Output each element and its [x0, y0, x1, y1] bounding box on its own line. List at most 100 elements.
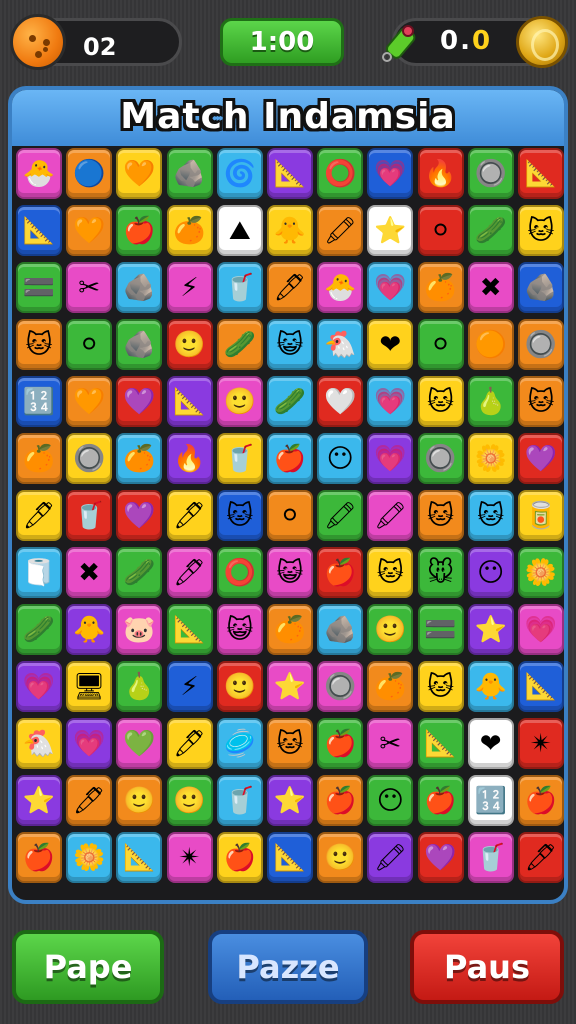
game-tile[interactable]: 🐱 — [517, 376, 564, 427]
game-tile[interactable]: 🙂 — [166, 319, 213, 370]
game-tile[interactable]: 🖊 — [166, 718, 213, 769]
game-tile[interactable]: 🥤 — [216, 775, 263, 826]
game-tile[interactable]: 🖊 — [166, 490, 213, 541]
game-tile[interactable]: 🖍 — [367, 490, 414, 541]
game-tile[interactable]: 💗 — [517, 604, 564, 655]
game-tile[interactable]: ✂ — [66, 262, 113, 313]
game-tile[interactable]: 😶 — [317, 433, 364, 484]
game-tile[interactable]: 🙂 — [367, 604, 414, 655]
game-tile[interactable]: ⚡ — [166, 262, 213, 313]
game-tile[interactable]: 🥒 — [216, 319, 263, 370]
game-tile[interactable]: 🐔 — [16, 718, 62, 769]
game-tile[interactable]: 🙂 — [216, 661, 263, 712]
game-tile[interactable]: 🥒 — [16, 604, 62, 655]
game-tile[interactable]: 🐱 — [266, 718, 313, 769]
game-tile[interactable]: 🧡 — [66, 205, 113, 256]
game-tile[interactable]: 🐱 — [367, 547, 414, 598]
game-tile[interactable]: 🐔 — [317, 319, 364, 370]
game-tile[interactable]: 💚 — [116, 718, 163, 769]
game-tile[interactable]: 🔘 — [467, 148, 514, 199]
game-tile[interactable]: 📐 — [116, 832, 163, 883]
game-tile[interactable]: ⛰ — [216, 205, 263, 256]
game-tile[interactable]: ⚪ — [66, 319, 113, 370]
game-tile[interactable]: 🐥 — [66, 604, 113, 655]
game-tile[interactable]: 🔥 — [417, 148, 464, 199]
game-tile[interactable]: 🟰 — [417, 604, 464, 655]
game-tile[interactable]: 🖊 — [16, 490, 62, 541]
game-tile[interactable]: 🪨 — [317, 604, 364, 655]
game-tile[interactable]: 🐷 — [116, 604, 163, 655]
game-tile[interactable]: 🔥 — [166, 433, 213, 484]
game-tile[interactable]: 🐱 — [467, 490, 514, 541]
game-tile[interactable]: 🍊 — [166, 205, 213, 256]
game-tile[interactable]: 🥤 — [216, 433, 263, 484]
game-tile[interactable]: 📐 — [266, 832, 313, 883]
game-tile[interactable]: 💗 — [16, 661, 62, 712]
game-tile[interactable]: 🍎 — [266, 433, 313, 484]
game-tile[interactable]: 💗 — [367, 376, 414, 427]
game-tile[interactable]: 🔢 — [467, 775, 514, 826]
game-tile[interactable]: 🖥 — [66, 661, 113, 712]
game-tile[interactable]: 🌼 — [66, 832, 113, 883]
game-tile[interactable]: 😺 — [216, 604, 263, 655]
game-tile[interactable]: 🙂 — [317, 832, 364, 883]
game-tile[interactable]: 🖊 — [517, 832, 564, 883]
game-tile[interactable]: 🔘 — [517, 319, 564, 370]
game-tile[interactable]: 🐱 — [16, 319, 62, 370]
game-tile[interactable]: 🍎 — [317, 547, 364, 598]
game-tile[interactable]: 😶 — [467, 547, 514, 598]
game-tile[interactable]: 🍎 — [116, 205, 163, 256]
game-tile[interactable]: 🧡 — [116, 148, 163, 199]
game-tile[interactable]: 💜 — [116, 490, 163, 541]
game-tile[interactable]: 🧻 — [16, 547, 62, 598]
game-tile[interactable]: 🙂 — [166, 775, 213, 826]
game-tile[interactable]: 🐭 — [417, 547, 464, 598]
game-tile[interactable]: 💗 — [367, 262, 414, 313]
game-tile[interactable]: 🍊 — [16, 433, 62, 484]
game-tile[interactable]: 💜 — [116, 376, 163, 427]
game-tile[interactable]: 🍎 — [216, 832, 263, 883]
game-tile[interactable]: 🍊 — [417, 262, 464, 313]
game-tile[interactable]: 🔘 — [66, 433, 113, 484]
game-tile[interactable]: 🐥 — [467, 661, 514, 712]
game-tile[interactable]: 🍎 — [16, 832, 62, 883]
game-tile[interactable]: 💜 — [517, 433, 564, 484]
game-tile[interactable]: 🧡 — [66, 376, 113, 427]
game-tile[interactable]: 🐱 — [417, 661, 464, 712]
game-tile[interactable]: 💗 — [66, 718, 113, 769]
game-tile[interactable]: 🥏 — [216, 718, 263, 769]
game-tile[interactable]: 🙂 — [116, 775, 163, 826]
game-tile[interactable]: ✖ — [467, 262, 514, 313]
game-tile[interactable]: 🍐 — [467, 376, 514, 427]
game-tile[interactable]: 🥒 — [266, 376, 313, 427]
game-tile[interactable]: 🍊 — [367, 661, 414, 712]
game-tile[interactable]: 🖍 — [317, 205, 364, 256]
game-tile[interactable]: 🤍 — [317, 376, 364, 427]
game-tile[interactable]: 💗 — [367, 433, 414, 484]
game-tile[interactable]: 🐱 — [417, 490, 464, 541]
game-tile[interactable]: 📐 — [166, 376, 213, 427]
game-tile[interactable]: 🥒 — [467, 205, 514, 256]
game-tile[interactable]: 🖍 — [367, 832, 414, 883]
game-tile[interactable]: ⭕ — [317, 148, 364, 199]
game-tile[interactable]: 🐣 — [16, 148, 62, 199]
game-tile[interactable]: ⭐ — [367, 205, 414, 256]
game-tile[interactable]: ⚪ — [266, 490, 313, 541]
game-tile[interactable]: 🖍 — [317, 490, 364, 541]
game-tile[interactable]: ⚪ — [417, 319, 464, 370]
game-tile[interactable]: ⚡ — [166, 661, 213, 712]
game-tile[interactable]: ⭐ — [467, 604, 514, 655]
game-tile[interactable]: 🪨 — [517, 262, 564, 313]
game-tile[interactable]: 🐱 — [517, 205, 564, 256]
game-tile[interactable]: 😺 — [266, 319, 313, 370]
paus-button[interactable]: Paus — [410, 930, 564, 1004]
game-tile[interactable]: 🔘 — [317, 661, 364, 712]
game-tile[interactable]: ✴ — [166, 832, 213, 883]
game-tile[interactable]: ⭐ — [266, 775, 313, 826]
game-tile[interactable]: 🙂 — [216, 376, 263, 427]
game-tile[interactable]: 🥤 — [66, 490, 113, 541]
pape-button[interactable]: Pape — [12, 930, 164, 1004]
game-tile[interactable]: 📐 — [166, 604, 213, 655]
game-tile[interactable]: 🖊 — [166, 547, 213, 598]
game-tile[interactable]: 🐱 — [417, 376, 464, 427]
